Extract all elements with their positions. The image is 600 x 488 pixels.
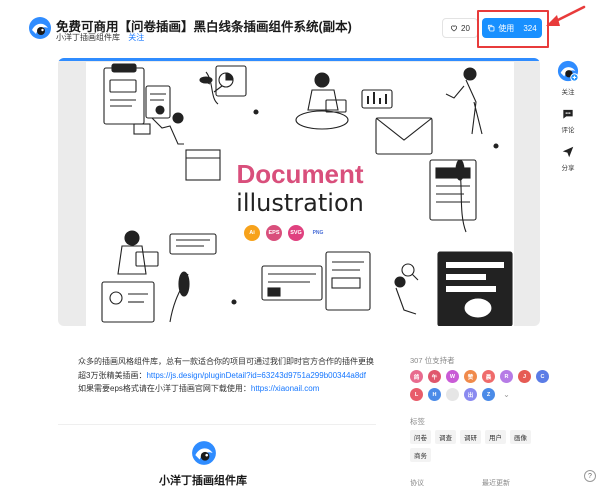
tag[interactable]: 商务 (410, 448, 431, 462)
supporter-avatar[interactable]: H (428, 388, 441, 401)
author-name[interactable]: 小洋丁插画组件库 (56, 33, 120, 42)
format-badges: Ai EPS SVG PNG (244, 225, 326, 241)
supporter-avatar[interactable]: J (518, 370, 531, 383)
section-divider (58, 424, 376, 425)
supporter-avatar[interactable]: 午 (428, 370, 441, 383)
preview-heading: Document (236, 159, 364, 189)
library-logo-icon (29, 17, 51, 39)
description-text-2: 如果需要eps格式请在小洋丁插画官网下载使用： (78, 384, 251, 393)
supporter-avatars: 鸽 午 W 赞 晨 R J C L H 出 Z ⌄ (410, 370, 550, 401)
like-count: 20 (461, 23, 470, 33)
preview-progress-line (58, 58, 540, 61)
preview-subheading: illustration (236, 189, 364, 217)
plugin-link[interactable]: https://js.design/pluginDetail?id=63243d… (146, 371, 366, 380)
supporter-avatar[interactable]: L (410, 388, 423, 401)
rail-follow[interactable]: 关注 (556, 60, 580, 96)
tag[interactable]: 用户 (485, 430, 506, 444)
red-arrow-annotation (546, 5, 586, 26)
svg-badge: SVG (288, 225, 304, 241)
rail-share-label: 分享 (561, 165, 575, 172)
supporter-avatar[interactable]: 鸽 (410, 370, 423, 383)
follow-link[interactable]: 关注 (128, 33, 144, 42)
supporter-avatar[interactable]: 晨 (482, 370, 495, 383)
supporter-avatar[interactable]: W (446, 370, 459, 383)
supporter-avatar[interactable]: C (536, 370, 549, 383)
library-logo-large-icon (192, 441, 216, 465)
supporter-avatar[interactable] (446, 388, 459, 401)
last-update-label: 最近更新 (482, 480, 510, 487)
help-button[interactable]: ? (584, 470, 596, 482)
eps-badge: EPS (266, 225, 282, 241)
tag[interactable]: 问卷 (410, 430, 431, 444)
png-badge: PNG (312, 230, 324, 236)
highlight-annotation (477, 10, 549, 48)
chevron-down-icon[interactable]: ⌄ (500, 388, 513, 401)
description: 众多的插画风格组件库，总有一款适合你的项目可通过我们即时官方合作的插件更换超3万… (78, 355, 378, 396)
supporter-avatar[interactable]: 赞 (464, 370, 477, 383)
rail-comment[interactable]: 评论 (556, 107, 580, 134)
share-icon (562, 146, 574, 158)
preview-panel[interactable]: Document illustration Ai EPS SVG PNG (58, 58, 540, 326)
rail-comment-label: 评论 (561, 127, 575, 134)
tags-title: 标签 (410, 417, 425, 426)
tag-list: 问卷 调查 调研 用户 画像 商务 (410, 430, 540, 462)
right-action-rail: 关注 评论 分享 (556, 60, 580, 183)
author-line: 小洋丁插画组件库 关注 (56, 32, 144, 43)
supporter-avatar[interactable]: 出 (464, 388, 477, 401)
comment-icon (563, 109, 573, 119)
tag[interactable]: 调查 (435, 430, 456, 444)
like-button[interactable]: 20 (442, 18, 478, 38)
website-link[interactable]: https://xiaonail.com (251, 384, 319, 393)
supporter-avatar[interactable]: Z (482, 388, 495, 401)
heart-icon (451, 25, 458, 32)
tag[interactable]: 画像 (510, 430, 531, 444)
protocol-label: 协议 (410, 480, 424, 487)
library-name[interactable]: 小洋丁插画组件库 (58, 472, 348, 488)
tag[interactable]: 调研 (460, 430, 481, 444)
author-avatar-icon (557, 60, 579, 82)
rail-follow-label: 关注 (561, 89, 575, 96)
ai-badge: Ai (244, 225, 260, 241)
illustration-canvas: Document illustration Ai EPS SVG PNG (86, 62, 514, 326)
rail-share[interactable]: 分享 (556, 145, 580, 172)
supporters-title: 307 位支持者 (410, 356, 455, 365)
supporter-avatar[interactable]: R (500, 370, 513, 383)
